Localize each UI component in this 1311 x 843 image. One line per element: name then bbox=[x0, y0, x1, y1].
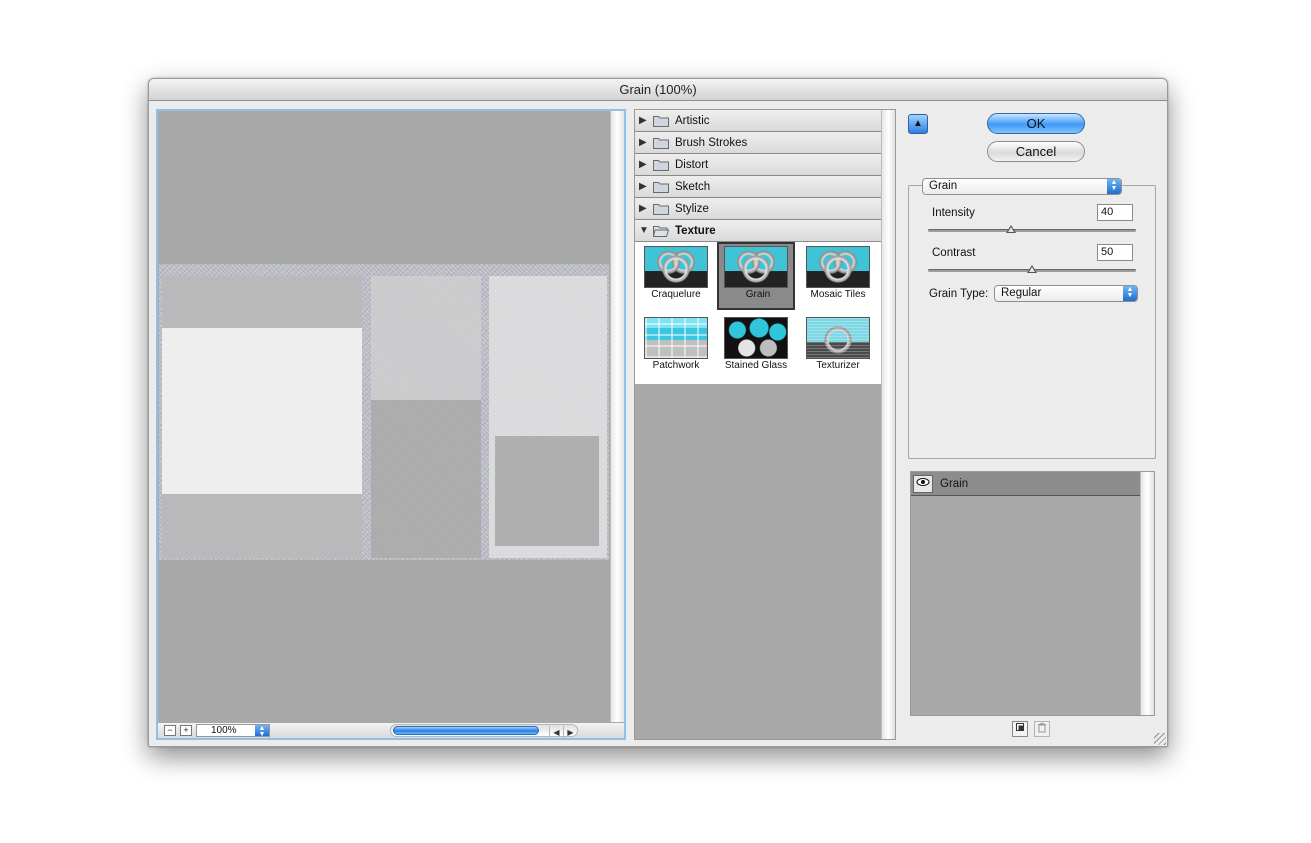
filter-select-value: Grain bbox=[929, 180, 958, 192]
category-label: Texture bbox=[675, 225, 716, 237]
scroll-left-icon[interactable]: ◀ bbox=[549, 726, 563, 739]
trash-icon[interactable] bbox=[1034, 721, 1050, 737]
intensity-label: Intensity bbox=[932, 207, 975, 219]
filter-gallery-window: Grain (100%) − + 100% ▲ ▼ ◀ ▶ ▶ Artistic… bbox=[148, 78, 1168, 747]
filter-thumbnail-image bbox=[644, 317, 708, 359]
filter-thumb-label: Stained Glass bbox=[724, 360, 788, 371]
filter-thumbnail-image bbox=[806, 317, 870, 359]
intensity-slider[interactable] bbox=[928, 229, 1136, 232]
folder-icon bbox=[653, 116, 669, 127]
eye-icon bbox=[916, 478, 930, 486]
preview-image bbox=[159, 264, 609, 560]
intensity-input[interactable]: 40 bbox=[1097, 204, 1133, 221]
preview-pane[interactable]: − + 100% ▲ ▼ ◀ ▶ bbox=[156, 109, 626, 740]
filter-thumbnail-image bbox=[724, 317, 788, 359]
disclosure-right-icon[interactable]: ▶ bbox=[639, 110, 647, 132]
filter-settings-group bbox=[908, 185, 1156, 459]
filter-thumb-label: Craquelure bbox=[651, 289, 701, 300]
disclosure-right-icon[interactable]: ▶ bbox=[639, 132, 647, 154]
zoom-select[interactable]: 100% ▲ ▼ bbox=[196, 724, 270, 738]
effect-layer-name: Grain bbox=[940, 478, 969, 490]
grain-type-label: Grain Type: bbox=[929, 288, 989, 300]
category-label: Artistic bbox=[675, 115, 710, 127]
preview-vertical-scrollbar[interactable] bbox=[610, 111, 624, 722]
trash-glyph-icon bbox=[1038, 723, 1046, 733]
disclosure-right-icon[interactable]: ▶ bbox=[639, 154, 647, 176]
effect-layer-row[interactable]: Grain bbox=[911, 472, 1140, 496]
popup-arrows-icon: ▲ ▼ bbox=[255, 725, 269, 738]
zoom-in-button[interactable]: + bbox=[180, 725, 192, 736]
cancel-button[interactable]: Cancel bbox=[987, 141, 1085, 162]
filter-thumbnail-image bbox=[806, 246, 870, 288]
eye-icon[interactable] bbox=[913, 475, 933, 493]
preview-bottom-bar: − + 100% ▲ ▼ ◀ ▶ bbox=[158, 722, 624, 739]
zoom-out-button[interactable]: − bbox=[164, 725, 176, 736]
popup-arrows-icon: ▲ ▼ bbox=[1123, 286, 1137, 301]
filter-thumb-grain[interactable]: Grain bbox=[717, 242, 795, 310]
effect-layers-list: Grain bbox=[910, 471, 1155, 716]
window-title: Grain (100%) bbox=[149, 79, 1167, 101]
category-sketch[interactable]: ▶ Sketch bbox=[635, 176, 881, 198]
scroll-right-icon[interactable]: ▶ bbox=[563, 726, 577, 739]
category-distort[interactable]: ▶ Distort bbox=[635, 154, 881, 176]
filter-list: ▶ Artistic ▶ Brush Strokes ▶ Distort ▶ S… bbox=[634, 109, 896, 740]
layers-scrollbar[interactable] bbox=[1140, 472, 1154, 715]
popup-arrows-icon: ▲ ▼ bbox=[1107, 179, 1121, 194]
filter-list-scrollbar[interactable] bbox=[881, 110, 895, 739]
disclosure-right-icon[interactable]: ▶ bbox=[639, 198, 647, 220]
collapse-gallery-button[interactable]: ▲ bbox=[908, 114, 928, 134]
filter-select[interactable]: Grain ▲ ▼ bbox=[922, 178, 1122, 195]
contrast-slider-thumb[interactable] bbox=[1027, 265, 1037, 273]
ok-button[interactable]: OK bbox=[987, 113, 1085, 134]
folder-icon bbox=[653, 138, 669, 149]
filter-thumbnail-image bbox=[724, 246, 788, 288]
preview-image-region bbox=[371, 400, 481, 558]
filter-thumb-label: Mosaic Tiles bbox=[810, 289, 866, 300]
scroll-thumb[interactable] bbox=[393, 726, 539, 735]
grain-type-select[interactable]: Regular ▲ ▼ bbox=[994, 285, 1138, 302]
category-label: Brush Strokes bbox=[675, 137, 748, 149]
texture-thumbnails: Craquelure Grain Mosaic Tiles Patchwork … bbox=[635, 242, 881, 384]
open-folder-icon bbox=[653, 226, 669, 237]
grain-type-value: Regular bbox=[1001, 287, 1042, 299]
category-brush-strokes[interactable]: ▶ Brush Strokes bbox=[635, 132, 881, 154]
folder-icon bbox=[653, 204, 669, 215]
filter-thumb-stained-glass[interactable]: Stained Glass bbox=[717, 313, 795, 381]
contrast-input[interactable]: 50 bbox=[1097, 244, 1133, 261]
filter-thumb-craquelure[interactable]: Craquelure bbox=[637, 242, 715, 310]
category-artistic[interactable]: ▶ Artistic bbox=[635, 110, 881, 132]
preview-horizontal-scrollbar[interactable]: ◀ ▶ bbox=[390, 724, 578, 739]
preview-image-region bbox=[495, 436, 599, 546]
disclosure-down-icon[interactable]: ▼ bbox=[639, 220, 649, 242]
category-label: Stylize bbox=[675, 203, 709, 215]
filter-thumb-mosaic-tiles[interactable]: Mosaic Tiles bbox=[799, 242, 877, 310]
filter-thumbnail-image bbox=[644, 246, 708, 288]
category-label: Distort bbox=[675, 159, 709, 171]
category-stylize[interactable]: ▶ Stylize bbox=[635, 198, 881, 220]
filter-thumb-texturizer[interactable]: Texturizer bbox=[799, 313, 877, 381]
filter-thumb-label: Texturizer bbox=[816, 360, 860, 371]
new-layer-glyph-icon bbox=[1016, 723, 1024, 731]
folder-icon bbox=[653, 160, 669, 171]
preview-image-region bbox=[162, 328, 362, 494]
disclosure-right-icon[interactable]: ▶ bbox=[639, 176, 647, 198]
resize-grip-icon[interactable] bbox=[1154, 733, 1166, 745]
filter-thumb-label: Patchwork bbox=[652, 360, 700, 371]
category-label: Sketch bbox=[675, 181, 711, 193]
intensity-slider-thumb[interactable] bbox=[1006, 225, 1017, 233]
zoom-value: 100% bbox=[211, 725, 237, 736]
contrast-label: Contrast bbox=[932, 247, 976, 259]
new-effect-layer-icon[interactable] bbox=[1012, 721, 1028, 737]
folder-icon bbox=[653, 182, 669, 193]
filter-thumb-label: Grain bbox=[745, 289, 771, 300]
filter-thumb-patchwork[interactable]: Patchwork bbox=[637, 313, 715, 381]
category-texture[interactable]: ▼ Texture bbox=[635, 220, 881, 242]
